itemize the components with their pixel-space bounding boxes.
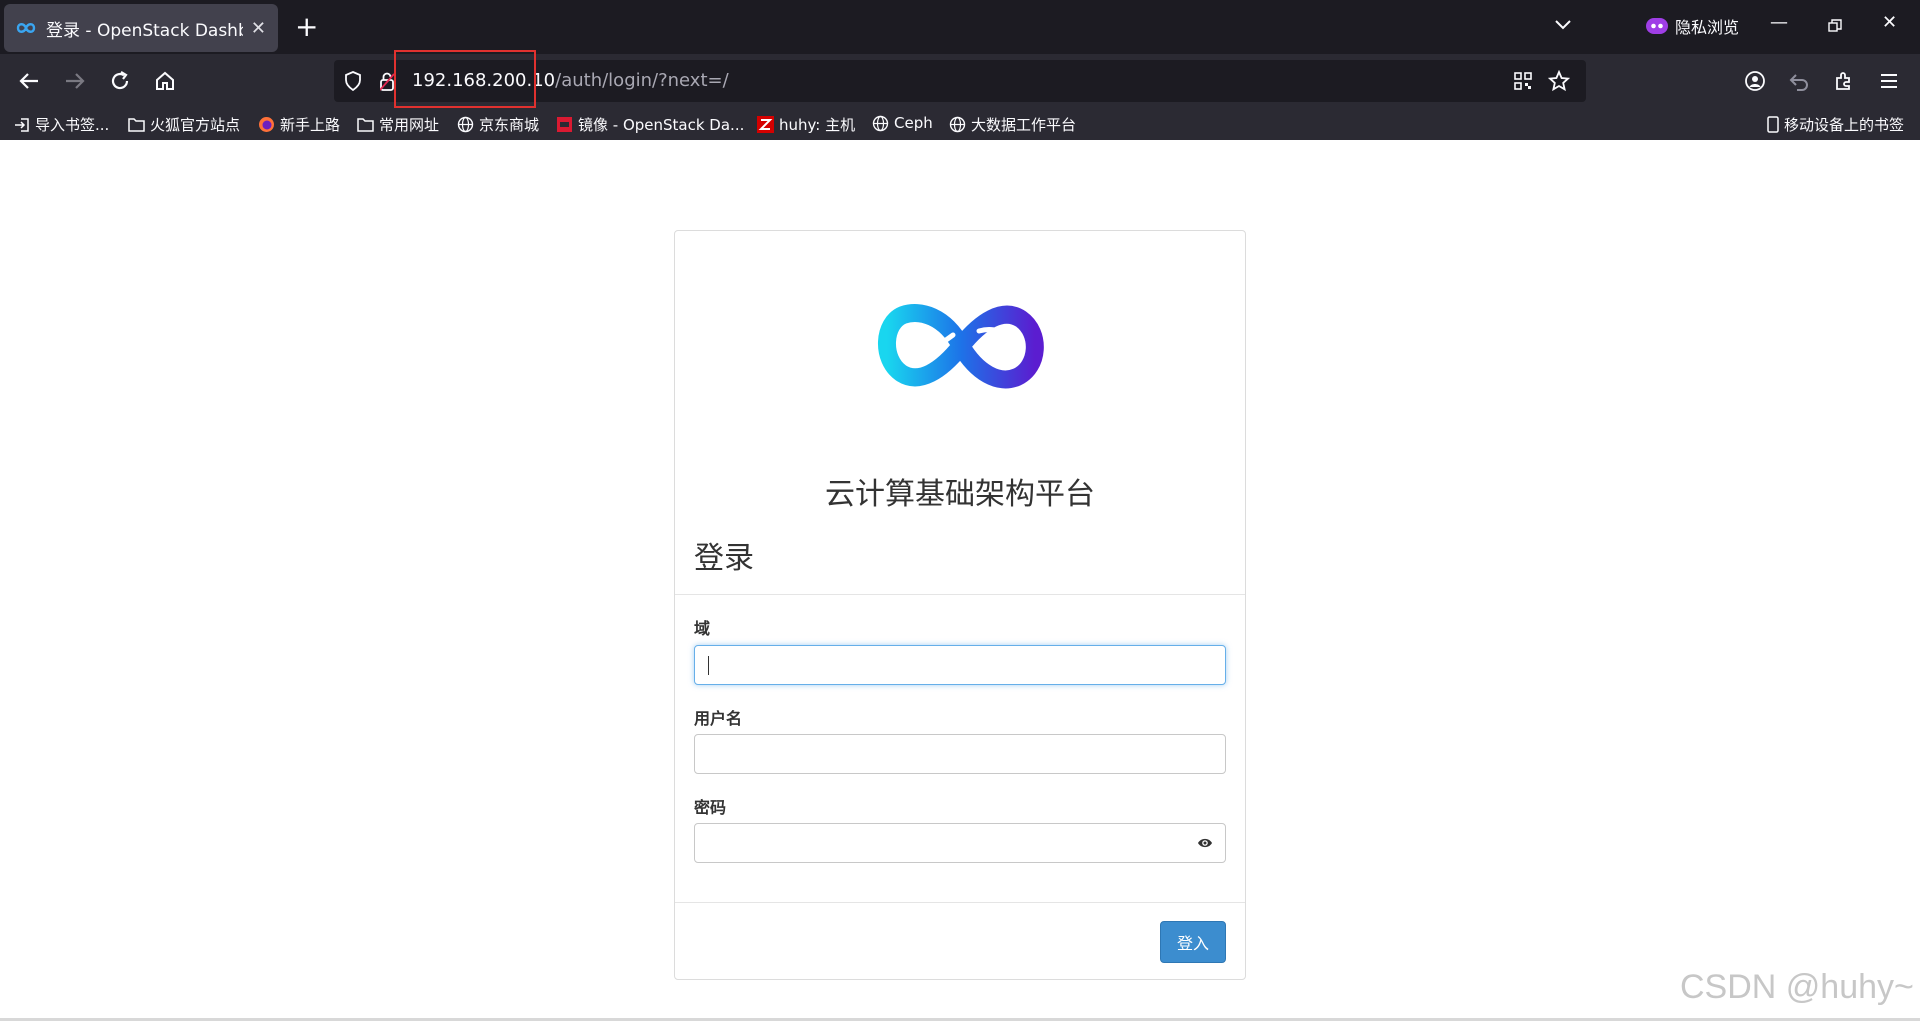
header-divider	[675, 594, 1245, 595]
csdn-watermark: CSDN @huhy~	[1680, 968, 1914, 1006]
bookmark-label: 导入书签...	[35, 116, 110, 134]
insecure-lock-icon[interactable]	[380, 71, 394, 91]
bookmark-ceph[interactable]: Ceph	[872, 114, 933, 132]
bookmark-label: huhy: 主机	[779, 116, 856, 134]
private-browsing-indicator: 隐私浏览	[1646, 14, 1739, 38]
show-password-eye-icon[interactable]	[1197, 836, 1213, 850]
username-input[interactable]	[694, 734, 1226, 774]
restore-icon[interactable]	[1828, 19, 1842, 33]
bookmark-getting-started[interactable]: 新手上路	[258, 114, 340, 135]
openstack-icon	[556, 116, 573, 133]
bookmark-import[interactable]: 导入书签...	[14, 114, 109, 135]
footer-divider	[675, 902, 1245, 903]
tab-title: 登录 - OpenStack Dashboard	[46, 20, 243, 41]
password-input[interactable]	[694, 823, 1226, 863]
bookmark-label: 新手上路	[280, 116, 341, 134]
close-tab-icon[interactable]: ✕	[251, 18, 266, 39]
bookmark-bigdata[interactable]: 大数据工作平台	[949, 114, 1076, 135]
openstack-favicon-icon	[16, 23, 36, 33]
zabbix-icon	[757, 116, 774, 133]
account-icon[interactable]	[1742, 68, 1768, 94]
globe-icon	[949, 116, 966, 133]
login-heading: 登录	[694, 541, 754, 576]
platform-title: 云计算基础架构平台	[825, 477, 1095, 512]
qr-code-icon[interactable]	[1514, 72, 1532, 90]
forward-icon[interactable]	[62, 68, 88, 94]
bookmarks-toolbar: 导入书签... 火狐官方站点 新手上路 常用网址 京东商城 镜像 - OpenS…	[0, 108, 1920, 140]
tracking-protection-shield-icon[interactable]	[344, 71, 362, 91]
extensions-icon[interactable]	[1831, 68, 1857, 94]
platform-logo-icon	[878, 304, 1044, 389]
new-tab-icon[interactable]: +	[295, 10, 318, 44]
app-menu-icon[interactable]	[1876, 68, 1902, 94]
close-window-icon[interactable]: ✕	[1882, 12, 1897, 33]
bookmark-jd[interactable]: 京东商城	[457, 114, 539, 135]
username-label: 用户名	[694, 709, 743, 728]
list-all-tabs-icon[interactable]	[1553, 14, 1573, 34]
globe-icon	[872, 115, 889, 132]
home-icon[interactable]	[152, 68, 178, 94]
mobile-bookmarks-label: 移动设备上的书签	[1784, 116, 1905, 134]
url-path: /auth/login/?next=/	[555, 70, 729, 91]
bookmark-folder-firefox[interactable]: 火狐官方站点	[128, 114, 240, 135]
bookmark-label: 火狐官方站点	[150, 116, 241, 134]
bookmark-openstack-image[interactable]: 镜像 - OpenStack Da...	[556, 114, 744, 135]
globe-icon	[457, 116, 474, 133]
firefox-icon	[258, 116, 275, 133]
password-label: 密码	[694, 798, 727, 817]
bookmark-label: 京东商城	[479, 116, 540, 134]
private-browsing-label: 隐私浏览	[1675, 18, 1740, 37]
back-icon[interactable]	[16, 68, 42, 94]
bookmark-zabbix-host[interactable]: huhy: 主机	[757, 114, 855, 135]
domain-input[interactable]	[694, 645, 1226, 685]
private-mask-icon	[1646, 18, 1668, 34]
bookmark-label: 大数据工作平台	[971, 116, 1077, 134]
url-highlight-annotation	[394, 50, 536, 108]
minimize-icon[interactable]: —	[1770, 12, 1788, 33]
reload-icon[interactable]	[107, 68, 133, 94]
bookmark-folder-common[interactable]: 常用网址	[357, 114, 439, 135]
bookmark-label: 常用网址	[379, 116, 440, 134]
bookmark-label: Ceph	[894, 114, 933, 132]
login-submit-button[interactable]: 登入	[1160, 921, 1226, 963]
mobile-device-icon	[1767, 116, 1779, 133]
mobile-bookmarks[interactable]: 移动设备上的书签	[1767, 114, 1904, 135]
domain-label: 域	[694, 619, 711, 638]
folder-icon	[128, 117, 145, 132]
folder-icon	[357, 117, 374, 132]
import-icon	[14, 117, 30, 133]
tab-strip: 登录 - OpenStack Dashboard ✕ + 隐私浏览 — ✕	[0, 0, 1920, 54]
text-caret	[708, 656, 709, 675]
bookmark-star-icon[interactable]	[1548, 70, 1570, 92]
undo-close-icon[interactable]	[1786, 68, 1812, 94]
login-panel: 云计算基础架构平台 登录 域 用户名 密码 登入	[674, 230, 1246, 980]
navigation-toolbar: 192.168.200.10/auth/login/?next=/	[0, 54, 1920, 108]
tab-active[interactable]: 登录 - OpenStack Dashboard ✕	[4, 4, 278, 52]
bookmark-label: 镜像 - OpenStack Da...	[578, 116, 745, 134]
